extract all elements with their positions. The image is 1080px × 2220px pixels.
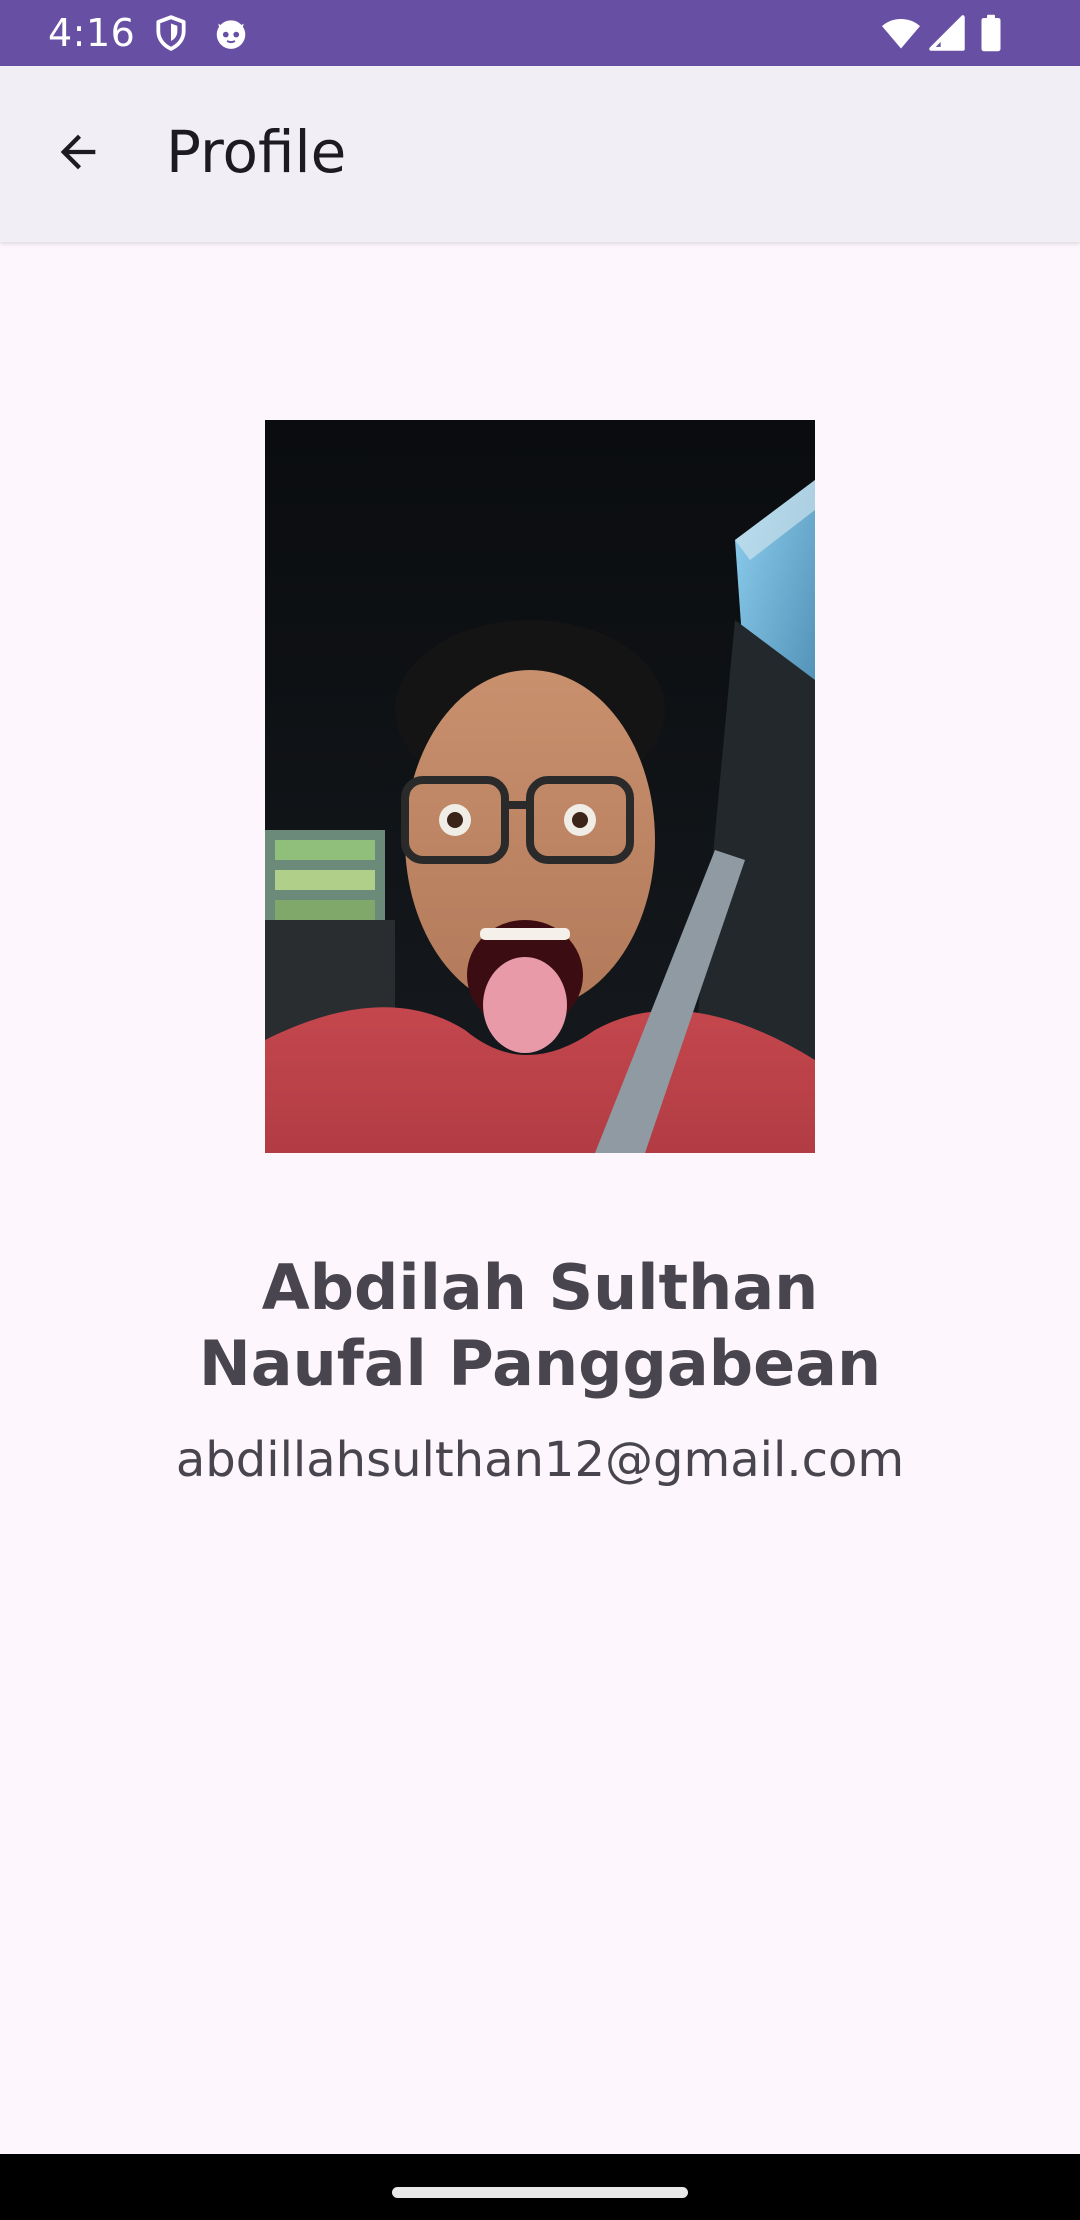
wifi-icon xyxy=(880,14,922,52)
navigation-bar xyxy=(0,2154,1080,2220)
profile-photo xyxy=(265,420,815,1153)
home-gesture-handle[interactable] xyxy=(392,2187,688,2198)
status-bar: 4:16 xyxy=(0,0,1080,66)
battery-icon xyxy=(978,14,1004,52)
back-button[interactable] xyxy=(32,106,124,198)
status-time: 4:16 xyxy=(48,11,136,55)
profile-email: abdillahsulthan12@gmail.com xyxy=(175,1432,905,1488)
cat-face-icon xyxy=(212,14,250,52)
shield-icon xyxy=(152,14,190,52)
profile-name: Abdilah Sulthan Naufal Panggabean xyxy=(198,1251,882,1400)
cellular-signal-icon xyxy=(928,14,966,52)
arrow-back-icon xyxy=(60,134,96,170)
top-app-bar: Profile xyxy=(0,66,1080,242)
page-title: Profile xyxy=(166,118,347,186)
